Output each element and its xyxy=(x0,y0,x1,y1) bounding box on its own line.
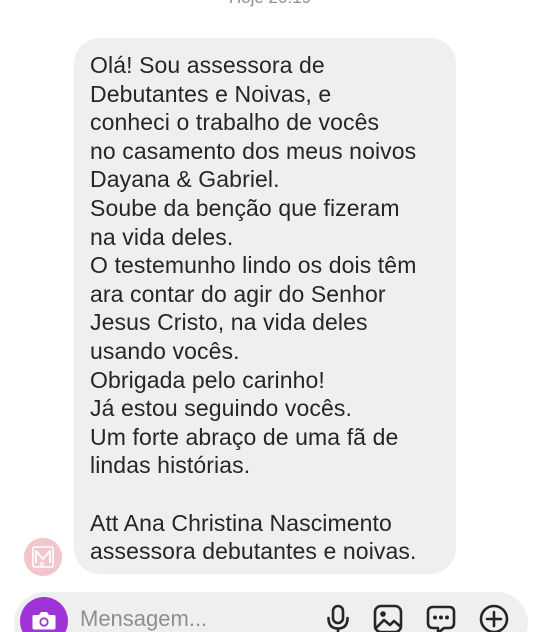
message-input[interactable] xyxy=(80,603,300,632)
sender-logo-icon xyxy=(24,538,62,576)
sticker-icon[interactable] xyxy=(425,603,457,632)
message-line: assessora debutantes e noivas. xyxy=(90,538,417,565)
camera-icon xyxy=(32,612,56,630)
message-line: Att Ana Christina Nascimento xyxy=(90,509,392,536)
message-line: lindas histórias. xyxy=(90,452,251,479)
sender-avatar[interactable] xyxy=(24,538,62,576)
message-line: na vida deles. xyxy=(90,223,234,250)
message-line: O testemunho lindo os dois têm xyxy=(90,252,417,279)
message-line: Soube da benção que fizeram xyxy=(90,194,400,221)
message-line: Dayana & Gabriel. xyxy=(90,166,280,193)
message-timestamp: Hoje 20:19 xyxy=(0,0,540,8)
plus-icon[interactable] xyxy=(478,603,510,632)
message-line: usando vocês. xyxy=(90,337,240,364)
message-line: Olá! Sou assessora de xyxy=(90,52,325,78)
microphone-icon[interactable] xyxy=(322,603,354,632)
message-bubble[interactable]: Olá! Sou assessora de Debutantes e Noiva… xyxy=(74,38,456,574)
message-line xyxy=(90,480,442,509)
message-line: conheci o trabalho de vocês xyxy=(90,109,380,136)
message-line: Um forte abraço de uma fã de xyxy=(90,423,399,450)
message-line: Obrigada pelo carinho! xyxy=(90,366,325,393)
camera-button[interactable] xyxy=(20,597,68,632)
message-line: Jesus Cristo, na vida deles xyxy=(90,309,368,336)
message-line: Debutantes e Noivas, e xyxy=(90,80,332,107)
message-line: ara contar do agir do Senhor xyxy=(90,280,386,307)
dm-thread-screen: Hoje 20:19 Olá! Sou assessora de Debutan… xyxy=(0,0,540,632)
gallery-icon[interactable] xyxy=(372,603,404,632)
message-line: Já estou seguindo vocês. xyxy=(90,395,352,422)
message-line: no casamento dos meus noivos xyxy=(90,137,417,164)
